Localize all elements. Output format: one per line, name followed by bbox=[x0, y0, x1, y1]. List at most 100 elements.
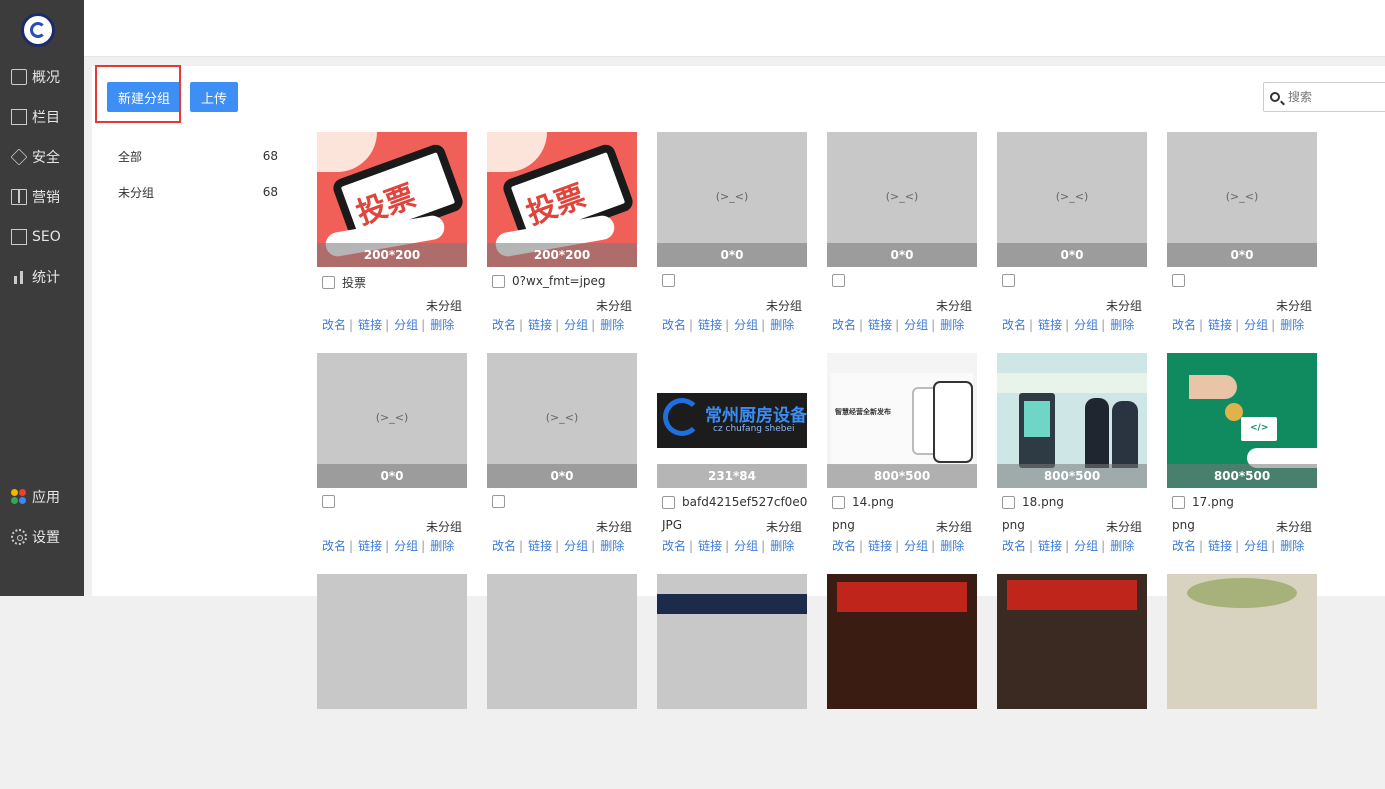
image-thumbnail[interactable]: (>_<) 0*0 bbox=[657, 132, 807, 267]
move-group-link[interactable]: 分组 bbox=[1074, 318, 1098, 332]
copy-link-link[interactable]: 链接 bbox=[528, 539, 552, 553]
rename-link[interactable]: 改名 bbox=[1172, 318, 1196, 332]
image-thumbnail[interactable]: (>_<) 0*0 bbox=[317, 353, 467, 488]
delete-link[interactable]: 删除 bbox=[430, 539, 454, 553]
image-thumbnail[interactable] bbox=[317, 574, 467, 709]
sidebar-item-settings[interactable]: 设置 bbox=[0, 525, 84, 549]
image-card[interactable]: 常州厨房设备 cz chufang shebei 231*84 bafd4215ef5… bbox=[657, 353, 807, 568]
move-group-link[interactable]: 分组 bbox=[734, 539, 758, 553]
move-group-link[interactable]: 分组 bbox=[1244, 318, 1268, 332]
delete-link[interactable]: 删除 bbox=[1110, 539, 1134, 553]
image-card[interactable]: (>_<) 0*0 未分组 改名 | 链接 | 分组 | 删除 bbox=[487, 353, 637, 568]
image-thumbnail[interactable]: (>_<) 0*0 bbox=[487, 353, 637, 488]
copy-link-link[interactable]: 链接 bbox=[1038, 539, 1062, 553]
delete-link[interactable]: 删除 bbox=[1280, 539, 1304, 553]
delete-link[interactable]: 删除 bbox=[1110, 318, 1134, 332]
sidebar-item-statistics[interactable]: 统计 bbox=[0, 265, 84, 289]
copy-link-link[interactable]: 链接 bbox=[1208, 539, 1232, 553]
image-thumbnail[interactable]: (>_<) 0*0 bbox=[1167, 132, 1317, 267]
image-select-checkbox[interactable] bbox=[662, 274, 675, 287]
move-group-link[interactable]: 分组 bbox=[734, 318, 758, 332]
sidebar-item-marketing[interactable]: 营销 bbox=[0, 185, 84, 209]
delete-link[interactable]: 删除 bbox=[430, 318, 454, 332]
rename-link[interactable]: 改名 bbox=[322, 539, 346, 553]
image-card[interactable] bbox=[657, 574, 807, 789]
group-item-ungrouped[interactable]: 未分组 68 bbox=[118, 174, 278, 210]
image-thumbnail[interactable] bbox=[827, 574, 977, 709]
rename-link[interactable]: 改名 bbox=[662, 318, 686, 332]
delete-link[interactable]: 删除 bbox=[600, 539, 624, 553]
image-thumbnail[interactable]: 投票 200*200 bbox=[487, 132, 637, 267]
image-thumbnail[interactable] bbox=[487, 574, 637, 709]
image-select-checkbox[interactable] bbox=[832, 274, 845, 287]
rename-link[interactable]: 改名 bbox=[1172, 539, 1196, 553]
new-group-button[interactable]: 新建分组 bbox=[107, 82, 182, 112]
move-group-link[interactable]: 分组 bbox=[564, 318, 588, 332]
rename-link[interactable]: 改名 bbox=[662, 539, 686, 553]
image-card[interactable]: (>_<) 0*0 未分组 改名 | 链接 | 分组 | 删除 bbox=[997, 132, 1147, 347]
image-card[interactable] bbox=[317, 574, 467, 789]
image-card[interactable]: (>_<) 0*0 未分组 改名 | 链接 | 分组 | 删除 bbox=[317, 353, 467, 568]
image-card[interactable] bbox=[997, 574, 1147, 789]
rename-link[interactable]: 改名 bbox=[832, 539, 856, 553]
move-group-link[interactable]: 分组 bbox=[904, 539, 928, 553]
image-thumbnail[interactable]: (>_<) 0*0 bbox=[997, 132, 1147, 267]
search-box[interactable] bbox=[1263, 82, 1385, 112]
image-card[interactable]: 投票 200*200 0?wx_fmt=jpeg 未分组 改名 | 链接 | 分组 | 删除 bbox=[487, 132, 637, 347]
image-card[interactable]: 投票 200*200 投票 未分组 改名 | 链接 | 分组 | 删除 bbox=[317, 132, 467, 347]
image-select-checkbox[interactable] bbox=[322, 495, 335, 508]
copy-link-link[interactable]: 链接 bbox=[358, 539, 382, 553]
image-thumbnail[interactable] bbox=[997, 574, 1147, 709]
app-logo[interactable] bbox=[21, 13, 55, 47]
sidebar-item-columns[interactable]: 栏目 bbox=[0, 105, 84, 129]
sidebar-item-overview[interactable]: 概况 bbox=[0, 65, 84, 89]
move-group-link[interactable]: 分组 bbox=[394, 539, 418, 553]
rename-link[interactable]: 改名 bbox=[492, 318, 516, 332]
sidebar-item-apps[interactable]: 应用 bbox=[0, 485, 84, 509]
copy-link-link[interactable]: 链接 bbox=[698, 318, 722, 332]
move-group-link[interactable]: 分组 bbox=[1244, 539, 1268, 553]
image-card[interactable]: 800*50017.pngpng未分组改名|链接|分组|删除 bbox=[1167, 353, 1317, 568]
rename-link[interactable]: 改名 bbox=[322, 318, 346, 332]
copy-link-link[interactable]: 链接 bbox=[868, 318, 892, 332]
image-card[interactable]: (>_<) 0*0 未分组 改名 | 链接 | 分组 | 删除 bbox=[657, 132, 807, 347]
image-thumbnail[interactable] bbox=[1167, 574, 1317, 709]
image-thumbnail[interactable]: (>_<) 0*0 bbox=[827, 132, 977, 267]
image-select-checkbox[interactable] bbox=[1002, 495, 1015, 509]
delete-link[interactable]: 删除 bbox=[940, 539, 964, 553]
image-card[interactable]: (>_<) 0*0 未分组 改名 | 链接 | 分组 | 删除 bbox=[827, 132, 977, 347]
upload-button[interactable]: 上传 bbox=[190, 82, 239, 112]
image-card[interactable] bbox=[1167, 574, 1317, 789]
copy-link-link[interactable]: 链接 bbox=[868, 539, 892, 553]
delete-link[interactable]: 删除 bbox=[940, 318, 964, 332]
image-card[interactable]: 800*500 18.png png 未分组 改名 | 链接 | 分组 | 删除 bbox=[997, 353, 1147, 568]
group-item-all[interactable]: 全部 68 bbox=[118, 138, 278, 174]
image-select-checkbox[interactable] bbox=[832, 495, 845, 509]
image-card[interactable]: (>_<) 0*0 未分组 改名 | 链接 | 分组 | 删除 bbox=[1167, 132, 1317, 347]
image-thumbnail[interactable]: 智慧经营全新发布 800*500 bbox=[827, 353, 977, 488]
rename-link[interactable]: 改名 bbox=[492, 539, 516, 553]
rename-link[interactable]: 改名 bbox=[832, 318, 856, 332]
image-card[interactable] bbox=[487, 574, 637, 789]
image-select-checkbox[interactable] bbox=[492, 495, 505, 508]
image-select-checkbox[interactable] bbox=[322, 276, 335, 289]
sidebar-item-security[interactable]: 安全 bbox=[0, 145, 84, 169]
delete-link[interactable]: 删除 bbox=[770, 318, 794, 332]
copy-link-link[interactable]: 链接 bbox=[528, 318, 552, 332]
move-group-link[interactable]: 分组 bbox=[394, 318, 418, 332]
copy-link-link[interactable]: 链接 bbox=[698, 539, 722, 553]
image-thumbnail[interactable]: 投票 200*200 bbox=[317, 132, 467, 267]
image-select-checkbox[interactable] bbox=[1172, 274, 1185, 287]
delete-link[interactable]: 删除 bbox=[1280, 318, 1304, 332]
image-select-checkbox[interactable] bbox=[1002, 274, 1015, 287]
move-group-link[interactable]: 分组 bbox=[564, 539, 588, 553]
rename-link[interactable]: 改名 bbox=[1002, 318, 1026, 332]
move-group-link[interactable]: 分组 bbox=[1074, 539, 1098, 553]
image-select-checkbox[interactable] bbox=[662, 495, 675, 509]
copy-link-link[interactable]: 链接 bbox=[1208, 318, 1232, 332]
sidebar-item-seo[interactable]: SEO bbox=[0, 225, 84, 249]
delete-link[interactable]: 删除 bbox=[600, 318, 624, 332]
image-card[interactable] bbox=[827, 574, 977, 789]
image-thumbnail[interactable]: 常州厨房设备 cz chufang shebei 231*84 bbox=[657, 353, 807, 488]
copy-link-link[interactable]: 链接 bbox=[1038, 318, 1062, 332]
